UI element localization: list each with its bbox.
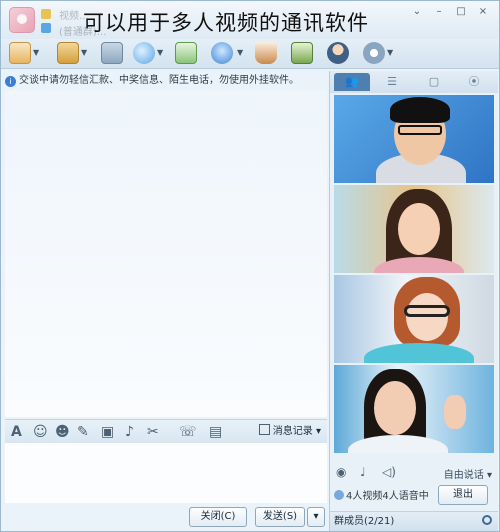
magic-face-icon[interactable]: ☻ [55, 424, 70, 440]
maximize-button[interactable]: □ [451, 5, 471, 19]
free-talk-label: 自由说话 [443, 470, 484, 481]
tv-button[interactable] [291, 42, 315, 66]
emoji-icon[interactable]: ☺ [33, 424, 48, 440]
contact-icon [327, 42, 349, 64]
cup-button[interactable] [255, 42, 279, 66]
video-tile-4[interactable] [334, 365, 494, 453]
send-button[interactable]: 发送(S) [255, 507, 305, 527]
home-icon [9, 42, 31, 64]
members-bar[interactable]: 群成员(2/21) [330, 511, 498, 531]
video-controls: ◉ ♩ ◁) 自由说话 ▾ [330, 461, 498, 483]
music-icon[interactable]: ♪ [125, 424, 134, 440]
main-toolbar: ▼ ▼ ▼ ▼ ▼ [1, 39, 499, 69]
folder-icon [57, 42, 79, 64]
speaker-icon[interactable]: ◁) [382, 465, 396, 479]
participant-face [398, 203, 440, 255]
gear-icon [363, 42, 385, 64]
app-icon [101, 42, 123, 64]
message-history-pane[interactable] [5, 90, 327, 417]
chevron-down-icon: ▼ [81, 48, 88, 57]
note-icon [175, 42, 197, 64]
font-icon[interactable]: A [11, 424, 22, 440]
glasses-icon [398, 125, 442, 135]
group-call-icon [334, 490, 344, 500]
video-tile-2[interactable] [334, 185, 494, 273]
tv-icon [291, 42, 313, 64]
close-window-button[interactable]: × [473, 5, 493, 19]
chat-window: 视频... (普通群)... 可以用于多人视频的通讯软件 ⌄ – □ × ▼ ▼… [0, 0, 500, 532]
video-call-button[interactable]: ▼ [211, 42, 245, 66]
message-history-button[interactable]: 消息记录 ▾ [258, 423, 321, 441]
voice-call-icon [133, 42, 155, 64]
screenshot-icon[interactable]: ✂ [147, 424, 159, 440]
members-label: 群成员(2/21) [334, 516, 395, 527]
call-status-text: 4人视频4人语音中 [346, 491, 429, 502]
microphone-icon[interactable]: ♩ [360, 465, 366, 479]
close-button[interactable]: 关闭(C) [189, 507, 247, 527]
notice-text: 交谈中请勿轻信汇款、中奖信息、陌生电话，勿使用外挂软件。 [19, 75, 299, 86]
free-talk-dropdown[interactable]: 自由说话 ▾ [444, 466, 492, 481]
bottom-bar: 关闭(C) 发送(S) ▾ [5, 504, 327, 530]
contact-button[interactable] [327, 42, 351, 66]
participant-face [406, 293, 448, 341]
info-icon: i [5, 76, 16, 87]
message-input[interactable] [5, 443, 327, 503]
chevron-down-icon: ▼ [157, 48, 164, 57]
title-bar[interactable]: 视频... (普通群)... 可以用于多人视频的通讯软件 ⌄ – □ × [1, 1, 499, 39]
tab-members[interactable]: 👥 [334, 73, 370, 91]
window-controls: ⌄ – □ × [407, 5, 493, 19]
search-icon[interactable] [482, 515, 492, 525]
group-avatar-icon[interactable] [9, 7, 35, 33]
history-icon [258, 424, 270, 435]
video-call-icon [211, 42, 233, 64]
settings-button[interactable]: ▼ [363, 42, 395, 66]
video-tile-1[interactable] [334, 95, 494, 183]
tab-video[interactable]: ⦿ [456, 73, 492, 91]
glasses-icon [404, 305, 450, 317]
voice-call-button[interactable]: ▼ [133, 42, 165, 66]
chevron-down-icon: ▼ [387, 48, 394, 57]
security-notice: i 交谈中请勿轻信汇款、中奖信息、陌生电话，勿使用外挂软件。 [5, 71, 327, 89]
note-button[interactable] [175, 42, 199, 66]
call-status: 4人视频4人语音中 [334, 487, 429, 502]
cup-icon [255, 42, 277, 64]
mini-status-icon [41, 9, 51, 19]
image-icon[interactable]: ▣ [101, 424, 114, 440]
participant-face [374, 381, 416, 435]
more-icon[interactable]: ▤ [209, 424, 222, 440]
chevron-down-icon: ▼ [33, 48, 40, 57]
folder-button[interactable]: ▼ [57, 42, 87, 66]
format-toolbar: A ☺ ☻ ✎ ▣ ♪ ✂ ☏ ▤ 消息记录 ▾ [5, 419, 327, 443]
overlay-caption: 可以用于多人视频的通讯软件 [83, 11, 369, 35]
voice-message-icon[interactable]: ☏ [179, 424, 197, 440]
dropdown-icon[interactable]: ⌄ [407, 5, 427, 19]
edit-icon[interactable]: ✎ [77, 424, 89, 440]
camera-icon[interactable]: ◉ [336, 465, 346, 479]
video-tile-3[interactable] [334, 275, 494, 363]
waving-hand [444, 395, 466, 429]
app-button[interactable] [101, 42, 125, 66]
chevron-down-icon: ▼ [237, 48, 244, 57]
tab-list[interactable]: ☰ [374, 73, 410, 91]
exit-call-button[interactable]: 退出 [438, 485, 488, 505]
send-options-button[interactable]: ▾ [307, 507, 325, 527]
history-label: 消息记录 [272, 426, 313, 437]
mini-info-icon [41, 23, 51, 33]
tab-files[interactable]: ▢ [416, 73, 452, 91]
home-button[interactable]: ▼ [9, 42, 39, 66]
right-tabs: 👥 ☰ ▢ ⦿ [330, 71, 498, 93]
minimize-button[interactable]: – [429, 5, 449, 19]
video-panel: 👥 ☰ ▢ ⦿ ◉ ♩ ◁) 自由说话 ▾ 4人视频4人语音中 退出 群成员(2… [329, 71, 498, 531]
